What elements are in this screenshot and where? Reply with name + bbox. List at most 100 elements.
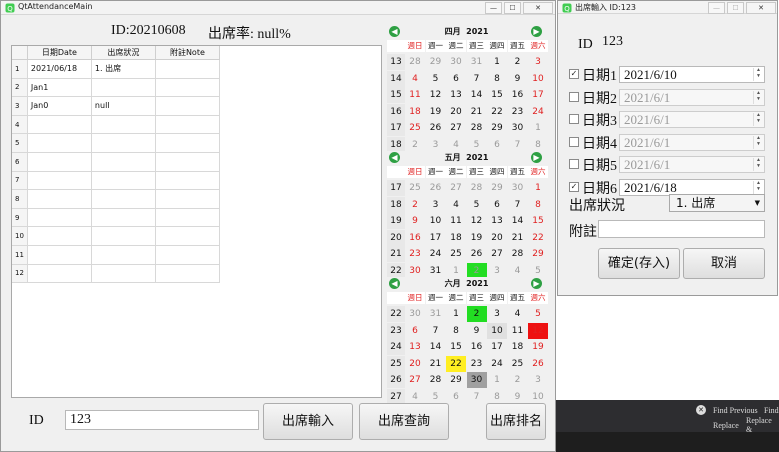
column-header-note[interactable]: 附註Note [155, 46, 220, 60]
calendar-day[interactable]: 28 [467, 180, 487, 196]
calendar-day[interactable]: 19 [528, 339, 548, 355]
cell-status[interactable] [91, 78, 156, 98]
cell-date[interactable] [27, 189, 92, 209]
calendar-day[interactable]: 15 [446, 339, 466, 355]
calendar-day[interactable]: 24 [487, 356, 507, 372]
date-2-checkbox[interactable] [569, 91, 579, 102]
cell-date[interactable] [27, 226, 92, 246]
month-label[interactable]: 四月 [445, 27, 461, 36]
cell-status[interactable] [91, 189, 156, 209]
date-6-field[interactable]: 2021/6/18 ▲ ▼ [619, 178, 765, 196]
calendar-day[interactable]: 20 [405, 356, 425, 372]
calendar-day[interactable]: 26 [467, 246, 487, 262]
date-1-spinner-icon[interactable]: ▲ ▼ [753, 68, 763, 81]
calendar-may[interactable]: ◀ ▶ 五月 2021 週日 週一 週二 週三 週四 週五 週六 17 25 26 27 28 29 30 1 18… [387, 151, 548, 279]
cell-date[interactable] [27, 171, 92, 191]
cell-date[interactable] [27, 133, 92, 153]
date-3-checkbox[interactable] [569, 114, 579, 124]
calendar-day[interactable]: 28 [508, 246, 528, 262]
calendar-day[interactable]: 3 [426, 197, 446, 213]
calendar-day[interactable]: 26 [426, 180, 446, 196]
date-4-spinner-icon[interactable]: ▲ ▼ [753, 135, 763, 149]
date-3-spinner-icon[interactable]: ▲ ▼ [753, 113, 763, 126]
attendance-rank-button[interactable]: 出席排名 [486, 403, 546, 440]
date-3-field[interactable]: 2021/6/1 ▲ ▼ [619, 111, 765, 128]
calendar-day[interactable]: 3 [528, 372, 548, 388]
calendar-day[interactable]: 11 [446, 213, 466, 229]
maximize-icon[interactable]: ☐ [504, 2, 521, 14]
calendar-day[interactable]: 17 [528, 87, 548, 103]
calendar-day[interactable]: 14 [508, 213, 528, 229]
calendar-day[interactable]: 21 [426, 356, 446, 372]
calendar-day[interactable]: 7 [467, 71, 487, 87]
date-1-field[interactable]: 2021/6/10 ▲ ▼ [619, 66, 765, 83]
table-row[interactable]: 11 [12, 245, 220, 265]
attendance-input-button[interactable]: 出席輸入 [263, 403, 353, 440]
cell-date[interactable]: 2021/06/18 [27, 59, 92, 79]
calendar-day[interactable]: 1 [528, 180, 548, 196]
calendar-day[interactable]: 12 [467, 213, 487, 229]
calendar-day[interactable]: 29 [446, 372, 466, 388]
calendar-day[interactable]: 1 [528, 120, 548, 136]
cell-status[interactable] [91, 226, 156, 246]
cell-note[interactable] [155, 78, 220, 98]
calendar-day[interactable]: 17 [487, 339, 507, 355]
calendar-day[interactable]: 9 [467, 323, 487, 339]
calendar-day[interactable]: 19 [426, 104, 446, 120]
table-row[interactable]: 12 [12, 264, 220, 284]
table-row[interactable]: 5 [12, 133, 220, 153]
table-row[interactable]: 8 [12, 189, 220, 209]
calendar-day[interactable]: 25 [508, 356, 528, 372]
calendar-day[interactable]: 30 [466, 372, 487, 388]
calendar-day[interactable]: 6 [487, 197, 507, 213]
calendar-day[interactable]: 23 [508, 104, 528, 120]
calendar-day[interactable]: 25 [405, 180, 425, 196]
calendar-day[interactable]: 8 [446, 323, 466, 339]
calendar-day[interactable]: 9 [508, 71, 528, 87]
calendar-day[interactable]: 5 [426, 71, 446, 87]
calendar-day[interactable]: 29 [487, 180, 507, 196]
month-label[interactable]: 六月 [445, 279, 461, 288]
cell-note[interactable] [155, 96, 220, 116]
calendar-day[interactable]: 27 [446, 120, 466, 136]
calendar-day[interactable]: 18 [508, 339, 528, 355]
calendar-day[interactable]: 7 [508, 197, 528, 213]
calendar-day[interactable]: 28 [467, 120, 487, 136]
cell-status[interactable] [91, 208, 156, 228]
calendar-day[interactable]: 24 [528, 104, 548, 120]
calendar-day[interactable]: 30 [508, 180, 528, 196]
cell-date[interactable] [27, 245, 92, 265]
cell-note[interactable] [155, 171, 220, 191]
calendar-day[interactable]: 25 [405, 120, 425, 136]
date-5-spinner-icon[interactable]: ▲ ▼ [753, 158, 763, 171]
table-row[interactable]: 4 [12, 115, 220, 135]
table-row[interactable]: 6 [12, 152, 220, 172]
table-row[interactable]: 3 Jan0 null [12, 96, 220, 116]
cell-date[interactable] [27, 152, 92, 172]
calendar-day[interactable]: 21 [467, 104, 487, 120]
cell-status[interactable] [91, 171, 156, 191]
calendar-day[interactable]: 20 [446, 104, 466, 120]
cell-date[interactable] [27, 208, 92, 228]
replace-button[interactable]: Replace [713, 421, 739, 430]
calendar-day[interactable]: 6 [446, 389, 466, 405]
calendar-day[interactable]: 3 [528, 54, 548, 70]
date-4-checkbox[interactable] [569, 136, 579, 147]
calendar-day[interactable]: 3 [487, 306, 507, 322]
calendar-day[interactable]: 2 [466, 306, 487, 322]
calendar-june[interactable]: ◀ ▶ 六月 2021 週日 週一 週二 週三 週四 週五 週六 22 30 31 1 2 3 4 5 23 6 7 8 9… [387, 277, 548, 405]
calendar-day[interactable]: 30 [446, 54, 466, 70]
date-4-field[interactable]: 2021/6/1 ▲ ▼ [619, 133, 765, 151]
calendar-day[interactable]: 6 [405, 323, 425, 339]
calendar-day[interactable]: 26 [426, 120, 446, 136]
calendar-day[interactable]: 4 [446, 197, 466, 213]
date-6-spinner-icon[interactable]: ▲ ▼ [753, 180, 763, 194]
calendar-day[interactable]: 26 [528, 356, 548, 372]
cell-status[interactable] [91, 152, 156, 172]
calendar-day[interactable]: 29 [528, 246, 548, 262]
calendar-day[interactable]: 14 [426, 339, 446, 355]
calendar-day[interactable]: 2 [508, 372, 528, 388]
minimize-icon[interactable]: — [485, 2, 502, 14]
calendar-day[interactable]: 28 [405, 54, 425, 70]
calendar-day[interactable]: 29 [487, 120, 507, 136]
